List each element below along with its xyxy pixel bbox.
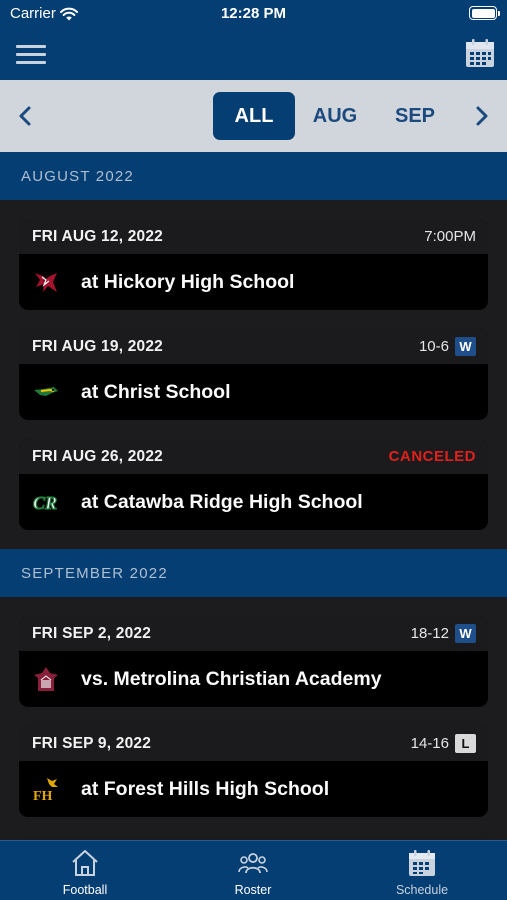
canceled-status: CANCELED [388, 448, 476, 465]
filter-tab-all[interactable]: ALL [213, 92, 295, 140]
opponent-name: at Forest Hills High School [81, 777, 330, 800]
hickory-logo-icon [31, 267, 61, 297]
tab-football[interactable]: Football [25, 847, 145, 897]
month-filter-bar: ALL AUG SEP [0, 80, 507, 152]
section-header-august: AUGUST 2022 [0, 152, 507, 200]
tab-label: Schedule [395, 883, 449, 897]
game-card[interactable]: FRI AUG 26, 2022 CANCELED CR at Catawba … [19, 439, 488, 530]
result-badge: W [455, 337, 476, 356]
calendar-icon [409, 850, 435, 876]
result-badge: L [455, 734, 476, 753]
bottom-tab-bar: Football Roster Schedule [0, 840, 507, 900]
game-date: FRI SEP 9, 2022 [32, 734, 152, 752]
people-icon [238, 853, 268, 874]
game-score: 18-12 [410, 625, 449, 642]
opponent-name: vs. Metrolina Christian Academy [81, 667, 382, 690]
chevron-right-icon[interactable] [467, 102, 495, 130]
tab-label: Roster [234, 883, 272, 897]
game-card[interactable]: FRI AUG 12, 2022 7:00PM at Hickory High … [19, 219, 488, 310]
chevron-left-icon[interactable] [12, 102, 40, 130]
svg-text:FH: FH [33, 789, 53, 803]
filter-tab-aug[interactable]: AUG [300, 92, 370, 140]
game-date: FRI AUG 19, 2022 [32, 337, 163, 355]
tab-label: Football [62, 883, 108, 897]
hamburger-menu-icon[interactable] [16, 43, 46, 65]
christ-school-logo-icon [31, 377, 61, 407]
game-date: FRI SEP 2, 2022 [32, 624, 152, 642]
opponent-name: at Christ School [81, 380, 231, 403]
calendar-icon[interactable] [465, 38, 495, 68]
game-card[interactable]: FRI SEP 2, 2022 18-12 W vs. Metrolina Ch… [19, 616, 488, 707]
clock: 12:28 PM [220, 5, 287, 22]
game-date: FRI AUG 26, 2022 [32, 447, 163, 465]
house-icon [72, 850, 98, 876]
opponent-name: at Catawba Ridge High School [81, 490, 363, 513]
nav-bar [0, 30, 507, 80]
game-date: FRI AUG 12, 2022 [32, 227, 163, 245]
metrolina-logo-icon [31, 664, 61, 694]
game-score: 14-16 [410, 735, 449, 752]
svg-text:CR: CR [33, 493, 57, 513]
catawba-ridge-logo-icon: CR [31, 487, 61, 517]
section-header-september: SEPTEMBER 2022 [0, 549, 507, 597]
game-card[interactable]: FRI AUG 19, 2022 10-6 W at Christ School [19, 329, 488, 420]
status-bar: Carrier 12:28 PM [0, 0, 507, 30]
game-time: 7:00PM [424, 228, 476, 245]
result-badge: W [455, 624, 476, 643]
filter-tab-sep[interactable]: SEP [380, 92, 450, 140]
game-score: 10-6 [418, 338, 449, 355]
opponent-name: at Hickory High School [81, 270, 295, 293]
tab-roster[interactable]: Roster [193, 847, 313, 897]
game-card[interactable]: FRI SEP 9, 2022 14-16 L FH at Forest Hil… [19, 726, 488, 817]
forest-hills-logo-icon: FH [31, 774, 61, 804]
tab-schedule[interactable]: Schedule [362, 847, 482, 897]
battery-icon [469, 6, 500, 20]
